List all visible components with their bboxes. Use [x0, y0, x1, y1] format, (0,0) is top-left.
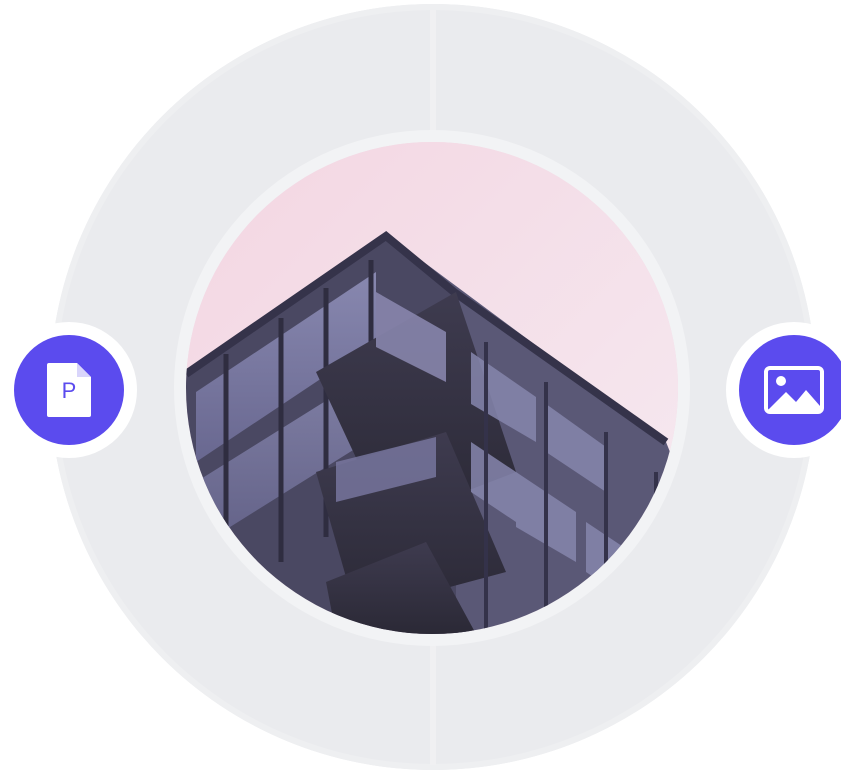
building-illustration — [186, 142, 678, 634]
image-badge-circle — [739, 335, 841, 445]
ring-divider-bottom — [430, 640, 436, 765]
pdf-badge-circle: P — [14, 335, 124, 445]
file-letter: P — [61, 378, 77, 403]
image-icon — [764, 366, 824, 414]
illustration-stage: P — [0, 0, 841, 775]
building-photo — [186, 142, 678, 634]
pdf-file-icon: P — [46, 362, 92, 418]
pdf-badge[interactable]: P — [1, 322, 137, 458]
ring-divider-top — [430, 10, 436, 136]
